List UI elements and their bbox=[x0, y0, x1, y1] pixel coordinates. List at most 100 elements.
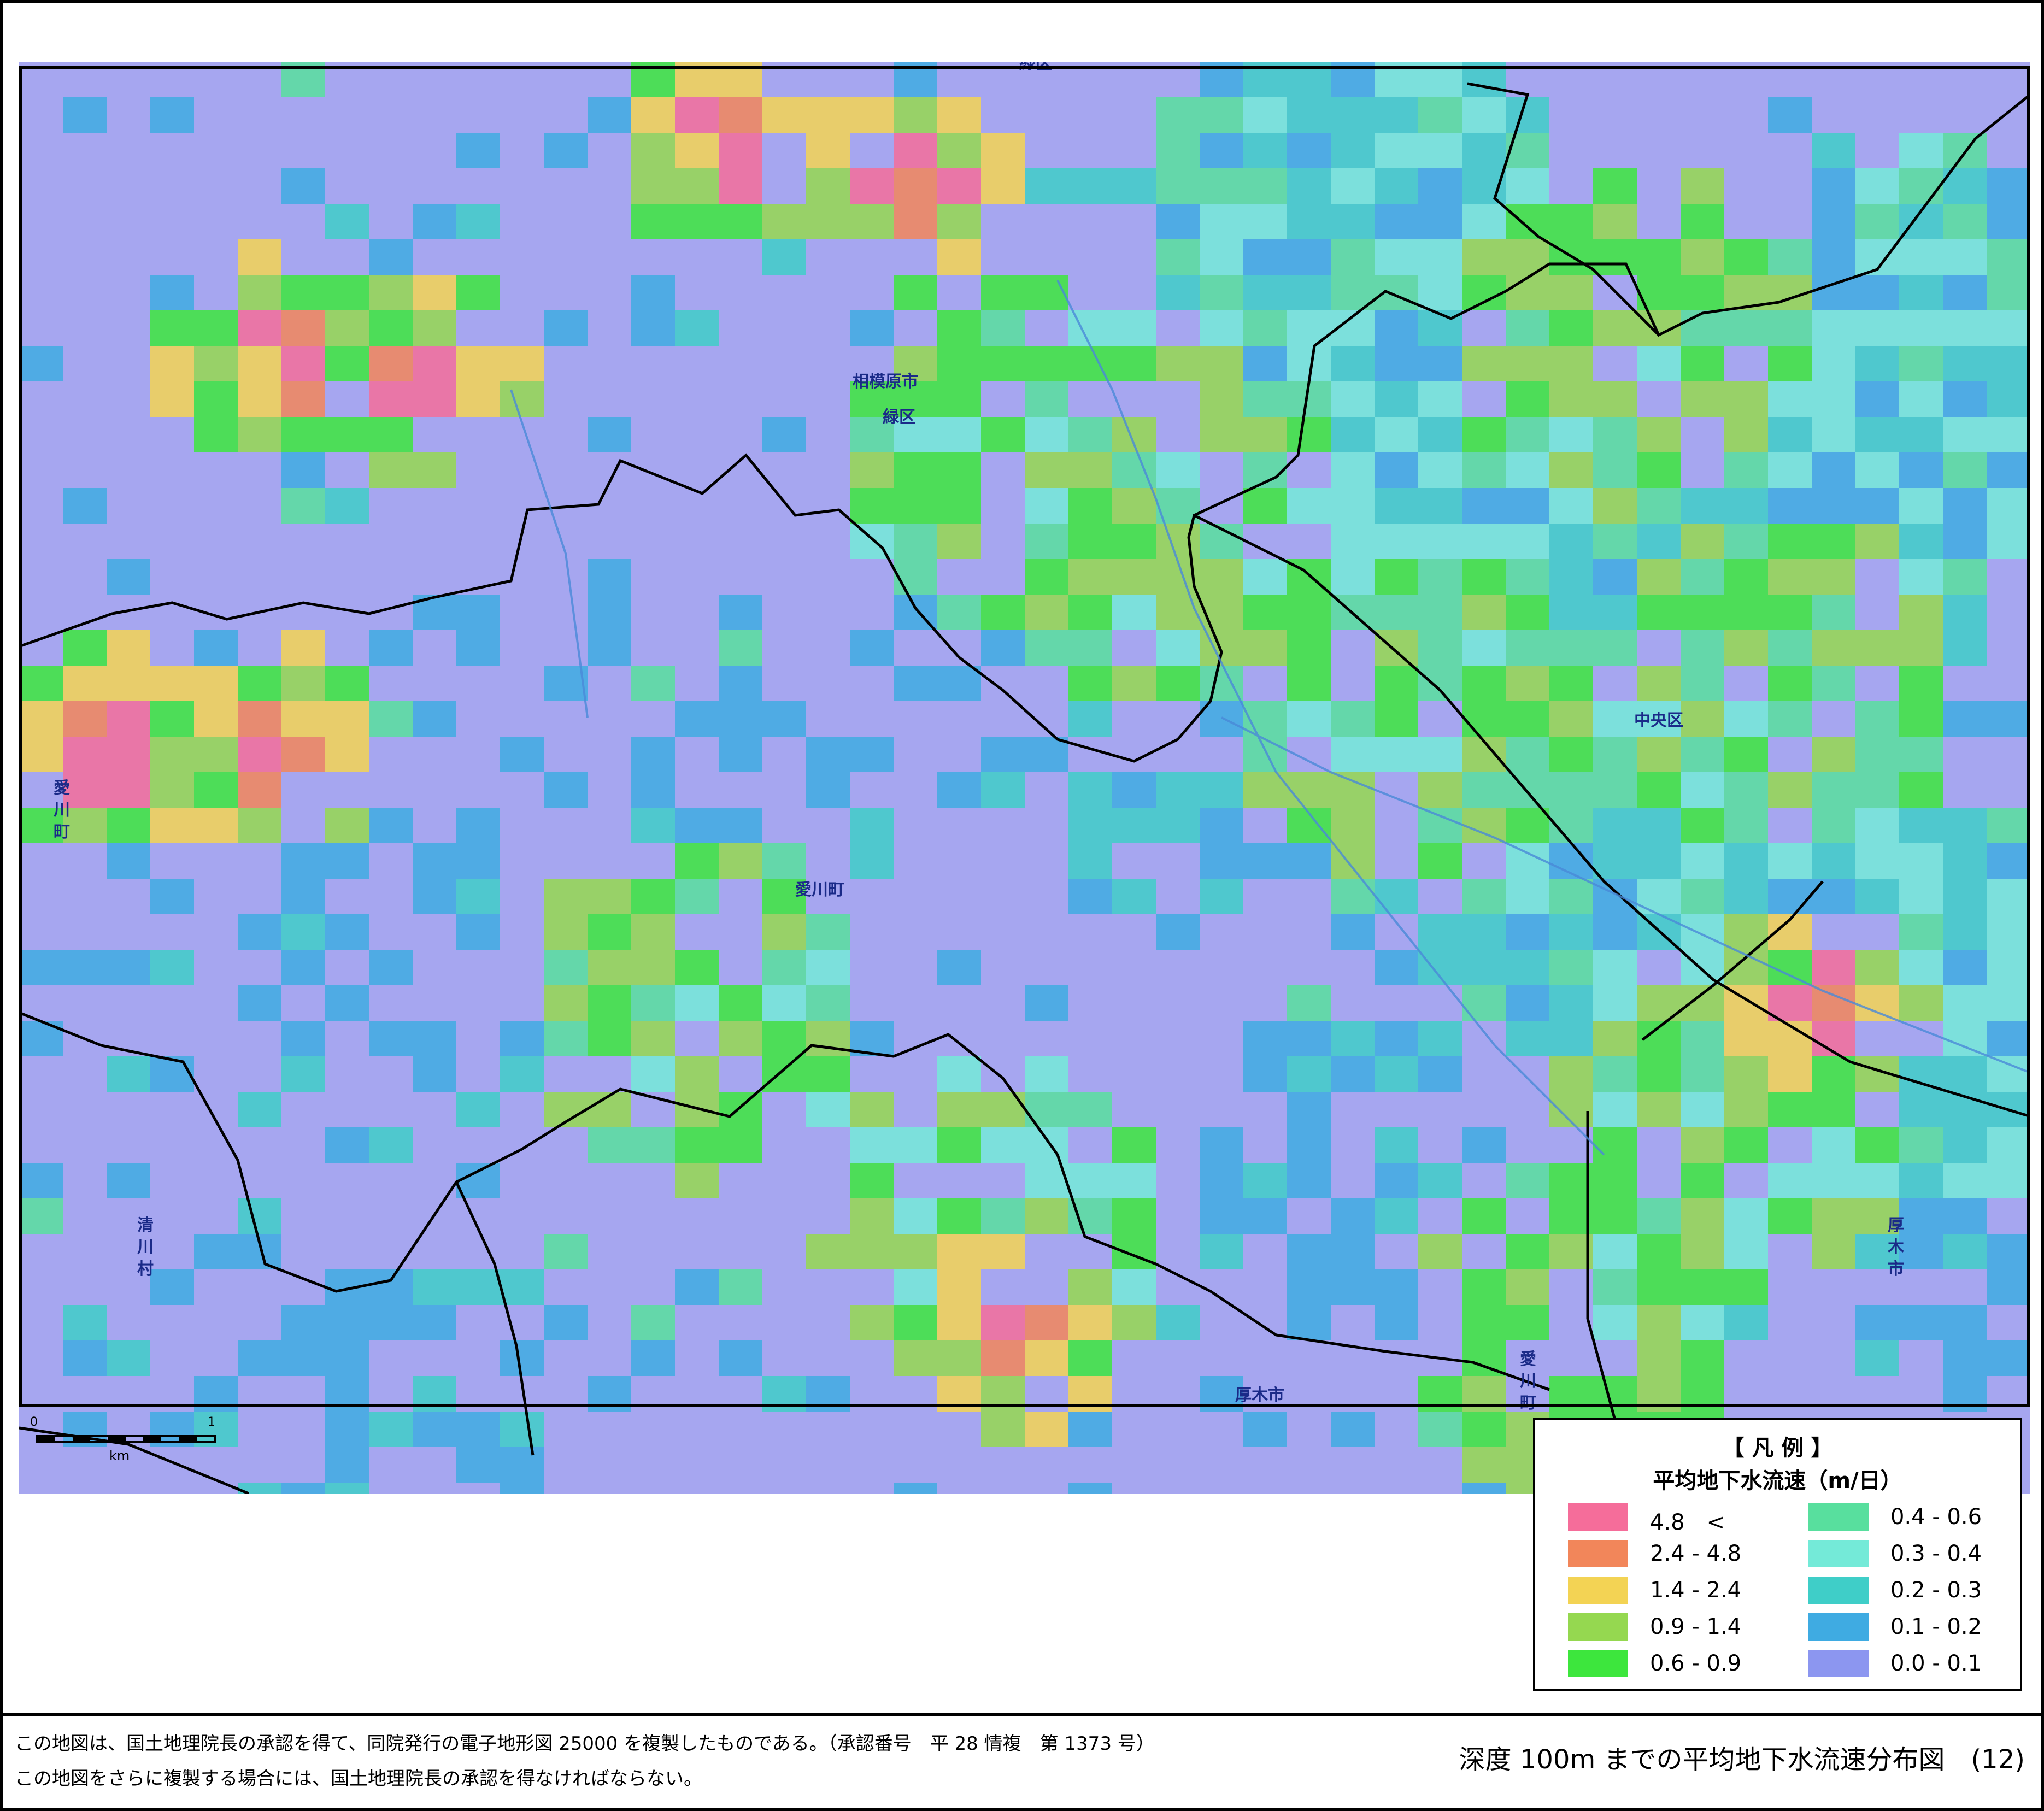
velocity-cell bbox=[544, 950, 588, 985]
velocity-cell bbox=[631, 168, 675, 204]
velocity-cell bbox=[107, 1340, 150, 1376]
velocity-cell bbox=[850, 452, 894, 488]
velocity-cell bbox=[1375, 666, 1418, 701]
velocity-cell bbox=[1375, 133, 1418, 168]
velocity-cell bbox=[1812, 310, 1855, 346]
velocity-cell bbox=[1068, 595, 1112, 630]
velocity-cell bbox=[1855, 737, 1899, 772]
velocity-cell bbox=[1418, 595, 1462, 630]
velocity-cell bbox=[1375, 950, 1418, 985]
velocity-cell bbox=[1855, 204, 1899, 239]
legend-label: 0.2 - 0.3 bbox=[1890, 1578, 1982, 1603]
velocity-cell bbox=[281, 630, 325, 666]
velocity-cell bbox=[1724, 524, 1768, 559]
velocity-cell bbox=[806, 1234, 850, 1269]
scale-bar-graphic bbox=[36, 1435, 216, 1443]
velocity-cell bbox=[1418, 1234, 1462, 1269]
velocity-cell bbox=[937, 666, 981, 701]
velocity-cell bbox=[1943, 701, 1987, 737]
velocity-cell bbox=[1724, 772, 1768, 808]
label-top-district: 緑区 bbox=[1019, 62, 1052, 73]
label-aikawa-left: 愛川町 bbox=[54, 779, 70, 842]
velocity-cell bbox=[1724, 1092, 1768, 1127]
velocity-cell bbox=[1506, 630, 1549, 666]
legend-item: 1.4 - 2.4 bbox=[1568, 1574, 1787, 1605]
velocity-cell bbox=[1462, 1447, 1506, 1483]
velocity-cell bbox=[1768, 524, 1812, 559]
velocity-cell bbox=[238, 239, 281, 275]
velocity-cell bbox=[1462, 666, 1506, 701]
velocity-cell bbox=[1724, 701, 1768, 737]
velocity-cell bbox=[981, 1092, 1025, 1127]
velocity-cell bbox=[1418, 1056, 1462, 1092]
velocity-cell bbox=[1637, 737, 1681, 772]
velocity-cell bbox=[1462, 97, 1506, 133]
velocity-cell bbox=[1593, 630, 1637, 666]
velocity-cell bbox=[1812, 524, 1855, 559]
velocity-cell bbox=[1855, 630, 1899, 666]
legend-item: 0.2 - 0.3 bbox=[1808, 1574, 2027, 1605]
scale-unit: km bbox=[109, 1448, 130, 1463]
velocity-cell bbox=[1593, 914, 1637, 950]
velocity-cell bbox=[194, 701, 238, 737]
velocity-cell bbox=[1549, 772, 1593, 808]
velocity-cell bbox=[675, 133, 719, 168]
velocity-cell bbox=[281, 346, 325, 381]
velocity-cell bbox=[19, 701, 63, 737]
velocity-cell bbox=[937, 239, 981, 275]
velocity-cell bbox=[1200, 310, 1243, 346]
velocity-cell bbox=[1243, 239, 1287, 275]
velocity-cell bbox=[1593, 524, 1637, 559]
velocity-cell bbox=[631, 985, 675, 1021]
velocity-cell bbox=[413, 452, 456, 488]
velocity-cell bbox=[894, 1340, 937, 1376]
velocity-cell bbox=[1812, 808, 1855, 843]
velocity-cell bbox=[1418, 737, 1462, 772]
velocity-cell bbox=[1025, 1305, 1068, 1340]
velocity-cell bbox=[1287, 772, 1331, 808]
velocity-cell bbox=[719, 1340, 762, 1376]
velocity-cell bbox=[1462, 524, 1506, 559]
velocity-cell bbox=[1943, 559, 1987, 595]
legend-item: 0.0 - 0.1 bbox=[1808, 1648, 2027, 1678]
velocity-cell bbox=[937, 1198, 981, 1234]
velocity-cell bbox=[1724, 879, 1768, 914]
velocity-cell bbox=[1375, 1021, 1418, 1056]
velocity-cell bbox=[850, 488, 894, 524]
velocity-cell bbox=[63, 630, 107, 666]
velocity-cell bbox=[806, 737, 850, 772]
velocity-cell bbox=[1812, 1198, 1855, 1234]
velocity-cell bbox=[894, 666, 937, 701]
velocity-cell bbox=[1462, 488, 1506, 524]
velocity-cell bbox=[1899, 452, 1943, 488]
velocity-cell bbox=[500, 1412, 544, 1447]
groundwater-velocity-map[interactable]: 緑区 相模原市 緑区 中央区 愛川町 愛川町 清川村 厚木市 厚木市 愛川町 bbox=[19, 62, 2030, 1494]
velocity-cell bbox=[1549, 1056, 1593, 1092]
velocity-cell bbox=[1681, 843, 1724, 879]
velocity-cell bbox=[1549, 914, 1593, 950]
velocity-cell bbox=[1637, 524, 1681, 559]
velocity-cell bbox=[850, 1305, 894, 1340]
velocity-cell bbox=[1375, 559, 1418, 595]
velocity-cell bbox=[1943, 488, 1987, 524]
velocity-cell bbox=[1768, 1056, 1812, 1092]
velocity-cell bbox=[981, 772, 1025, 808]
velocity-cell bbox=[937, 1056, 981, 1092]
velocity-cell bbox=[1068, 630, 1112, 666]
velocity-cell bbox=[1287, 168, 1331, 204]
velocity-cell bbox=[150, 97, 194, 133]
velocity-cell bbox=[369, 950, 413, 985]
velocity-cell bbox=[413, 204, 456, 239]
velocity-cell bbox=[1025, 1092, 1068, 1127]
velocity-cell bbox=[1068, 1412, 1112, 1447]
velocity-cell bbox=[19, 950, 63, 985]
velocity-cell bbox=[806, 204, 850, 239]
velocity-cell bbox=[63, 701, 107, 737]
velocity-cell bbox=[1593, 808, 1637, 843]
velocity-cell bbox=[1462, 417, 1506, 452]
velocity-cell bbox=[675, 985, 719, 1021]
velocity-cell bbox=[1243, 381, 1287, 417]
velocity-cell bbox=[238, 381, 281, 417]
velocity-cell bbox=[1943, 452, 1987, 488]
legend-label: 0.6 - 0.9 bbox=[1650, 1651, 1742, 1676]
